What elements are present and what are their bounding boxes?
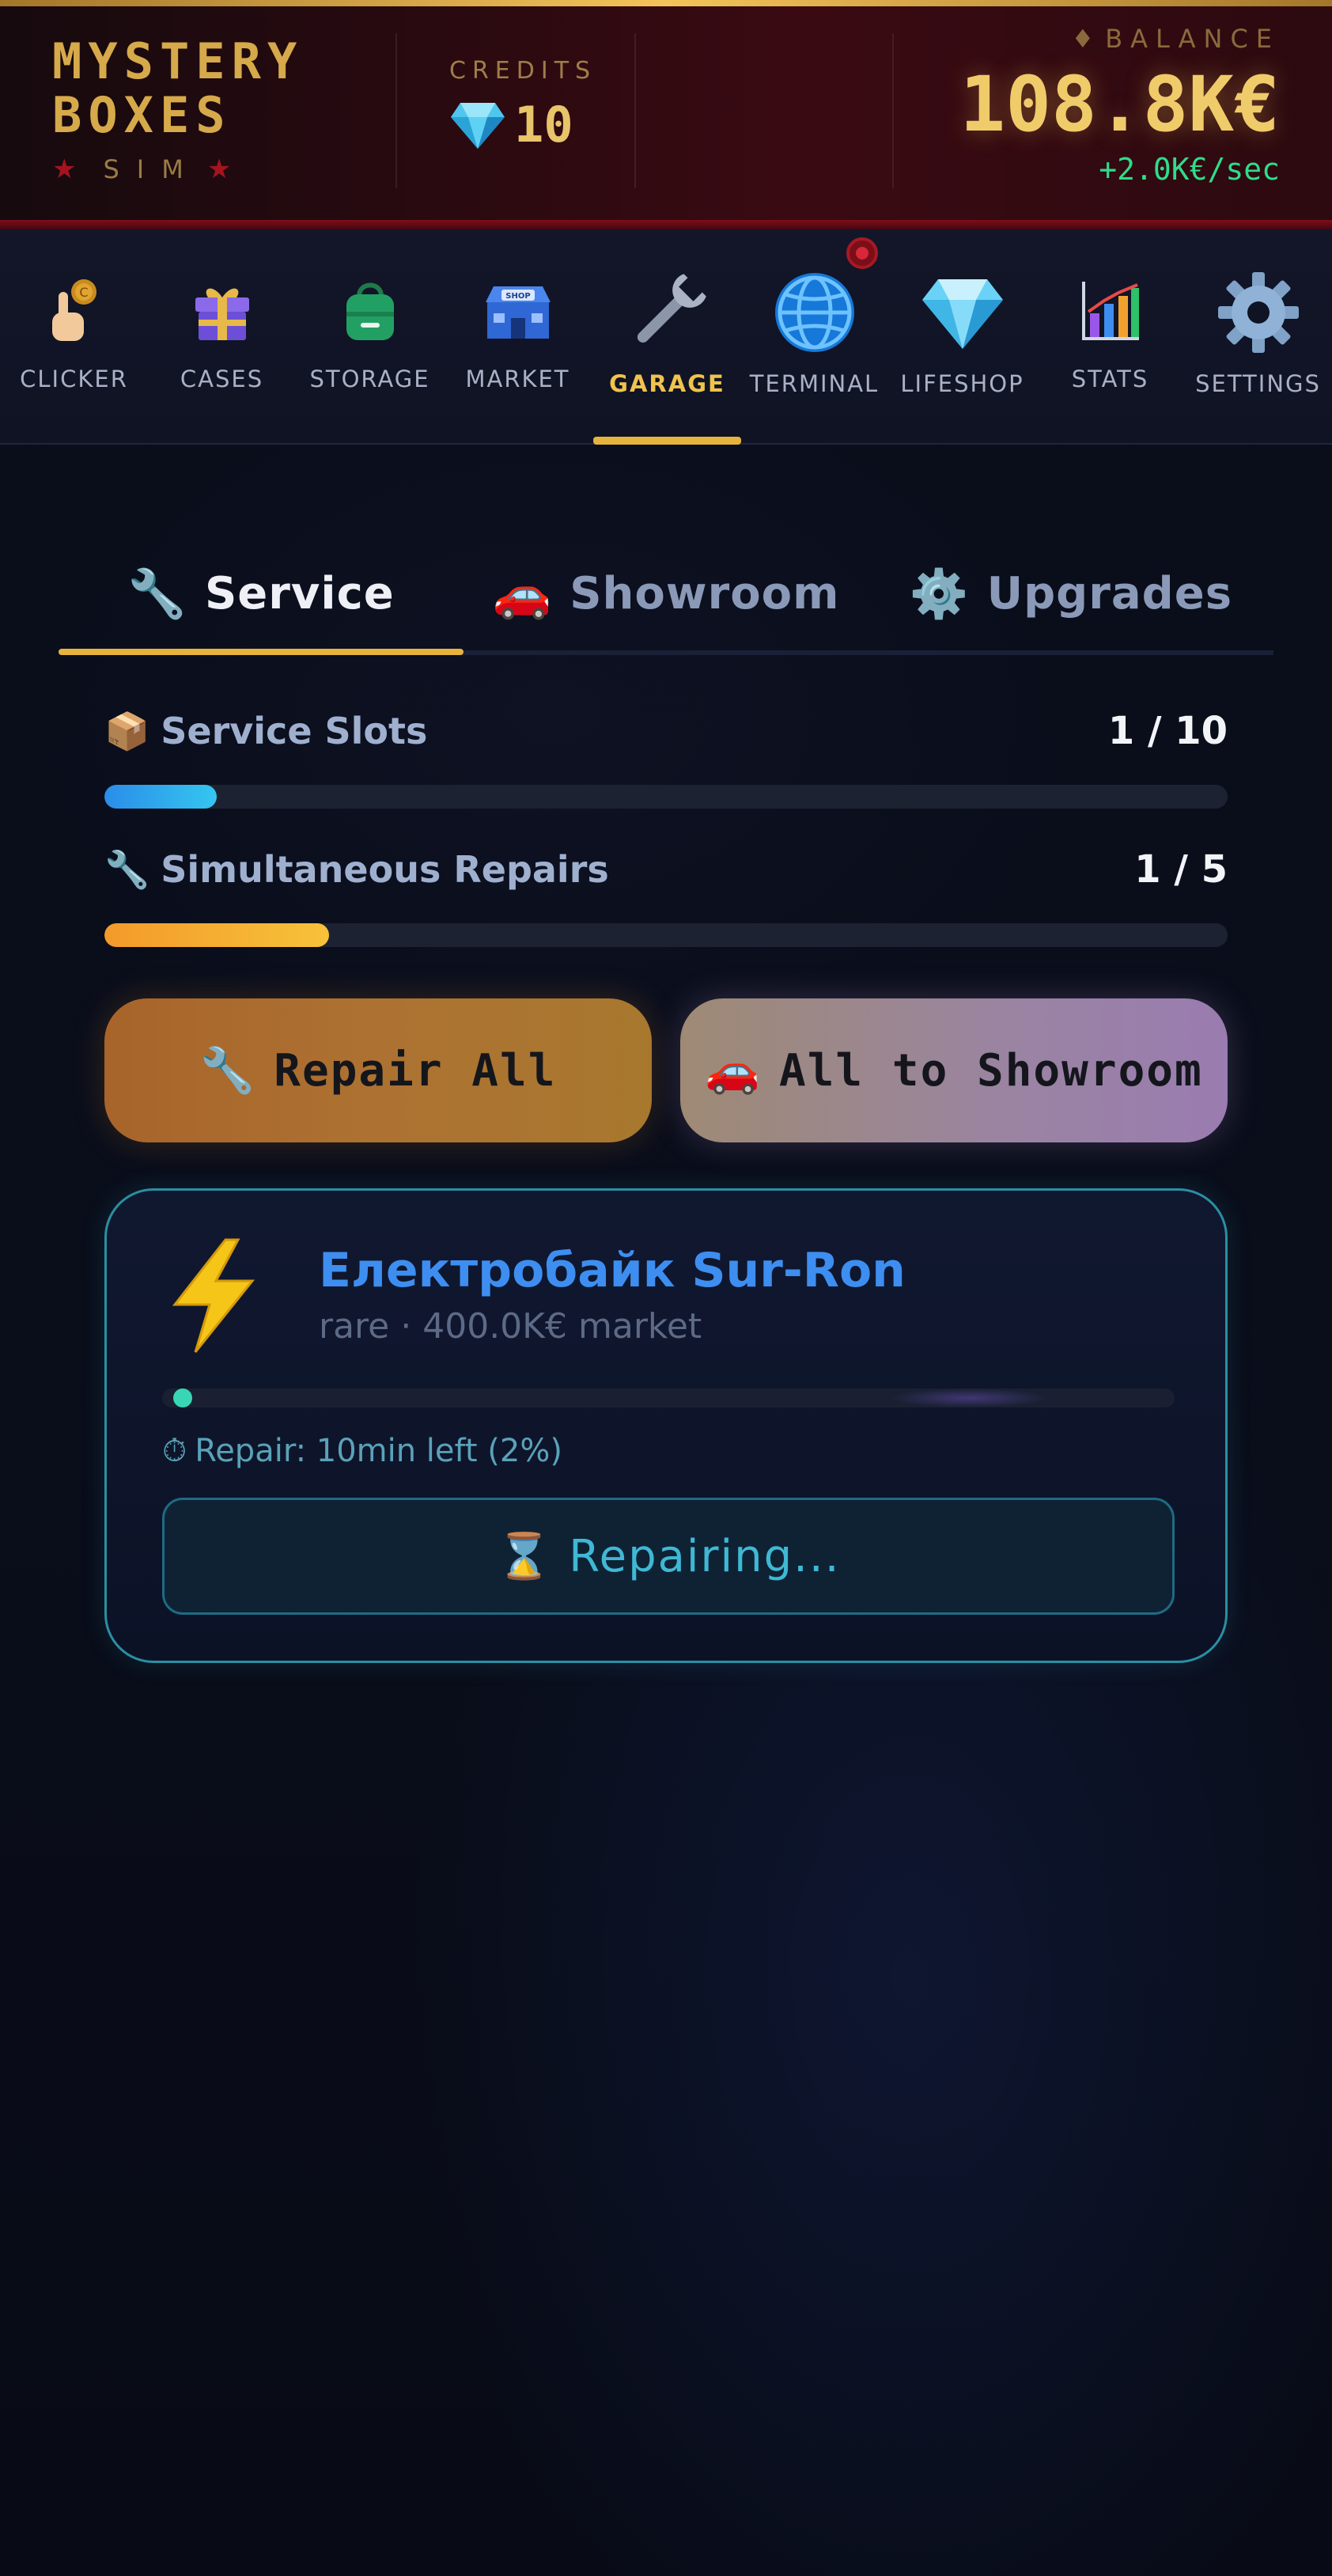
globe-icon xyxy=(771,266,858,359)
button-label: All to Showroom xyxy=(779,1044,1203,1097)
shop-icon: SHOP xyxy=(482,267,554,353)
svg-text:SHOP: SHOP xyxy=(505,292,530,301)
credits-label: CREDITS xyxy=(449,57,597,85)
bag-icon xyxy=(340,267,400,353)
balance-label: ♦ BALANCE xyxy=(959,24,1280,54)
logo-subtitle: ★ SIM ★ xyxy=(52,153,369,185)
balance-rate: +2.0K€/sec xyxy=(1099,152,1280,187)
tab-label: Upgrades xyxy=(986,567,1233,619)
diamond-icon xyxy=(919,266,1006,359)
nav-label: TERMINAL xyxy=(749,370,880,397)
service-slots-stat: 📦 Service Slots 1 / 10 xyxy=(104,709,1228,809)
item-subtitle: rare · 400.0K€ market xyxy=(319,1306,702,1347)
divider xyxy=(892,33,894,188)
tab-upgrades[interactable]: ⚙️ Upgrades xyxy=(868,538,1273,649)
balance-panel: ♦ BALANCE 108.8K€ +2.0K€/sec xyxy=(959,24,1280,187)
nav-item-lifeshop[interactable]: LIFESHOP xyxy=(888,229,1036,443)
nav-label: CLICKER xyxy=(20,366,128,392)
repair-status-text: Repair: 10min left (2%) xyxy=(195,1433,562,1469)
nav-item-market[interactable]: SHOP MARKET xyxy=(444,229,592,443)
simultaneous-repairs-bar xyxy=(104,923,1228,947)
active-tab-indicator xyxy=(59,649,464,655)
nav-item-cases[interactable]: CASES xyxy=(148,229,296,443)
top-header: MYSTERY BOXES ★ SIM ★ CREDITS 10 ♦ BALAN… xyxy=(0,0,1332,229)
car-icon: 🚗 xyxy=(492,566,553,622)
nav-label: CASES xyxy=(180,366,264,392)
nav-item-storage[interactable]: STORAGE xyxy=(296,229,444,443)
credits-row: 10 xyxy=(449,96,631,153)
progress-fill xyxy=(104,785,217,809)
clicker-icon: C xyxy=(43,267,106,353)
item-title: Електробайк Sur-Ron xyxy=(319,1243,906,1298)
progress-fill xyxy=(104,923,329,947)
svg-text:C: C xyxy=(79,285,88,300)
simultaneous-repairs-label: 🔧 Simultaneous Repairs xyxy=(104,848,609,892)
stat-label-text: Service Slots xyxy=(161,710,428,752)
gift-icon xyxy=(191,267,254,353)
repair-progress-marker xyxy=(172,1388,192,1407)
balance-value: 108.8K€ xyxy=(959,60,1280,149)
gear-icon: ⚙️ xyxy=(909,566,970,622)
nav-label: STORAGE xyxy=(309,366,430,392)
button-label: Repairing... xyxy=(569,1530,841,1582)
diamond-icon: ♦ xyxy=(1071,24,1095,54)
nav-item-garage[interactable]: GARAGE xyxy=(593,229,741,445)
service-slots-label: 📦 Service Slots xyxy=(104,710,427,753)
tab-label: Service xyxy=(204,567,395,619)
repairing-button[interactable]: ⌛ Repairing... xyxy=(162,1498,1175,1615)
tab-service[interactable]: 🔧 Service xyxy=(59,538,464,649)
tab-label: Showroom xyxy=(570,567,840,619)
bar-glow xyxy=(890,1388,1048,1407)
chart-icon xyxy=(1077,267,1144,353)
tab-showroom[interactable]: 🚗 Showroom xyxy=(464,538,868,649)
nav-label: GARAGE xyxy=(609,370,725,397)
repair-all-button[interactable]: 🔧 Repair All xyxy=(104,998,652,1142)
nav-item-clicker[interactable]: C CLICKER xyxy=(0,229,148,443)
wrench-icon xyxy=(624,266,711,359)
credits-value: 10 xyxy=(514,96,573,153)
nav-item-stats[interactable]: STATS xyxy=(1036,229,1184,443)
nav-label: STATS xyxy=(1071,366,1149,392)
wrench-icon: 🔧 xyxy=(199,1045,257,1097)
repair-status: ⏱ Repair: 10min left (2%) xyxy=(162,1433,562,1469)
service-slots-value: 1 / 10 xyxy=(1107,709,1228,753)
simultaneous-repairs-stat: 🔧 Simultaneous Repairs 1 / 5 xyxy=(104,847,1228,947)
lightning-icon xyxy=(164,1237,263,1355)
nav-label: MARKET xyxy=(465,366,570,392)
divider xyxy=(395,33,397,188)
repair-item-card: Електробайк Sur-Ron rare · 400.0K€ marke… xyxy=(104,1188,1228,1663)
hourglass-icon: ⌛ xyxy=(496,1531,554,1582)
timer-icon: ⏱ xyxy=(162,1433,187,1469)
simultaneous-repairs-value: 1 / 5 xyxy=(1134,847,1228,892)
notification-dot xyxy=(846,237,878,269)
garage-tabs: 🔧 Service 🚗 Showroom ⚙️ Upgrades xyxy=(59,538,1273,657)
stat-label-text: Simultaneous Repairs xyxy=(161,848,609,891)
box-icon: 📦 xyxy=(104,709,150,752)
logo-title: MYSTERY BOXES xyxy=(52,32,304,144)
page: MYSTERY BOXES ★ SIM ★ CREDITS 10 ♦ BALAN… xyxy=(0,0,1332,2576)
balance-label-text: BALANCE xyxy=(1105,24,1280,54)
gem-icon xyxy=(449,100,505,150)
wrench-icon: 🔧 xyxy=(127,566,187,622)
service-slots-bar xyxy=(104,785,1228,809)
app-logo: MYSTERY BOXES ★ SIM ★ xyxy=(52,32,369,186)
all-to-showroom-button[interactable]: 🚗 All to Showroom xyxy=(680,998,1228,1142)
gear-icon xyxy=(1215,266,1302,359)
star-icon: ★ xyxy=(52,153,77,185)
nav-label: SETTINGS xyxy=(1195,370,1321,397)
logo-subtitle-text: SIM xyxy=(103,154,201,184)
divider xyxy=(634,33,636,188)
wrench-icon: 🔧 xyxy=(104,847,150,891)
repair-progress-bar xyxy=(162,1388,1175,1407)
main-nav: C CLICKER CASES STORAGE SHOP MARKET GARA… xyxy=(0,229,1332,445)
car-icon: 🚗 xyxy=(705,1045,762,1097)
nav-item-settings[interactable]: SETTINGS xyxy=(1184,229,1332,443)
credits-panel: CREDITS 10 xyxy=(449,57,631,153)
star-icon: ★ xyxy=(206,153,232,185)
button-label: Repair All xyxy=(274,1044,557,1097)
nav-label: LIFESHOP xyxy=(900,370,1024,397)
